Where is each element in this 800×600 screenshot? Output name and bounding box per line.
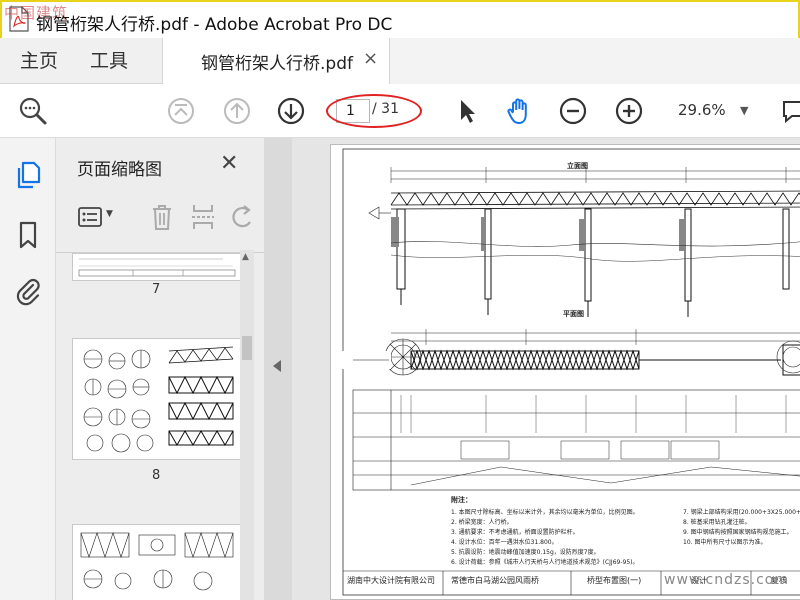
elevation-view-title: 立面图 bbox=[567, 162, 588, 170]
note-line: 7. 钢梁上部结构采用(20.000+3X25.000+20.000)m。 bbox=[683, 509, 800, 516]
footer-sheet-name: 桥型布置图(一) bbox=[587, 576, 642, 585]
title-bar: 中国建筑 钢管桁架人行桥.pdf - Adobe Acrobat Pro DC bbox=[0, 0, 800, 38]
note-line: 5. 抗震设防：地震动峰值加速度0.15g，设防烈度7度。 bbox=[451, 549, 600, 556]
delete-page-icon[interactable] bbox=[150, 203, 174, 231]
zoom-out-icon[interactable] bbox=[558, 96, 588, 126]
thumbnail-page-8[interactable] bbox=[72, 338, 242, 460]
bookmark-icon[interactable] bbox=[14, 220, 42, 250]
scrollbar-thumb[interactable] bbox=[242, 336, 252, 360]
rotate-page-icon[interactable] bbox=[232, 204, 254, 230]
thumbnail-panel-toolbar: ▼ bbox=[72, 200, 252, 234]
note-line: 4. 设计水位：百年一遇洪水位31.800。 bbox=[451, 539, 558, 546]
footer-company: 湖南中大设计院有限公司 bbox=[347, 576, 435, 585]
tab-bar-empty-area bbox=[390, 38, 800, 84]
note-line: 3. 通航要求：不考虑通航，桥面设置防护栏杆。 bbox=[451, 529, 579, 536]
document-viewport[interactable]: 立面图 平面图 附注： 1. 本图尺寸除标高、坐标以米计外，其余均以毫米为单位，… bbox=[292, 138, 800, 600]
tab-bar: 主页 工具 钢管桁架人行桥.pdf × bbox=[0, 38, 800, 85]
tab-document[interactable]: 钢管桁架人行桥.pdf × bbox=[162, 38, 390, 85]
note-line: 9. 图中钢结构按照国家钢结构规范施工。 bbox=[683, 529, 793, 536]
thumbnail-scrollbar[interactable]: ▲ bbox=[240, 250, 254, 600]
panel-collapse-strip[interactable] bbox=[264, 138, 292, 600]
panel-title: 页面缩略图 bbox=[77, 160, 162, 180]
note-line: 1. 本图尺寸除标高、坐标以米计外，其余均以毫米为单位，比例见图。 bbox=[451, 509, 639, 516]
thumbnail-page-7[interactable] bbox=[72, 253, 242, 281]
tab-home[interactable]: 主页 bbox=[20, 38, 58, 84]
insert-page-icon[interactable] bbox=[190, 203, 216, 231]
zoom-in-icon[interactable] bbox=[614, 96, 644, 126]
chevron-down-icon[interactable]: ▼ bbox=[740, 104, 748, 117]
main-toolbar: 1 / 31 29.6% ▼ bbox=[0, 84, 800, 138]
highlight-annotation-ellipse bbox=[326, 94, 422, 128]
note-line: 6. 设计荷载：参照《城市人行天桥与人行地道技术规范》(CJJ69-95)。 bbox=[451, 559, 639, 566]
thumbnail-page-label: 7 bbox=[152, 282, 161, 297]
note-line: 10. 图中所有尺寸以图示为准。 bbox=[683, 539, 767, 546]
thumbnail-page-9[interactable] bbox=[72, 524, 242, 600]
thumbnail-page-label: 8 bbox=[152, 468, 161, 483]
thumbnail-content bbox=[80, 532, 234, 591]
page-thumbnails-icon[interactable] bbox=[14, 160, 42, 190]
footer-project: 常德市白马湖公园风雨桥 bbox=[451, 576, 539, 585]
site-watermark: www.cndzs.com bbox=[664, 572, 789, 588]
thumbnail-content bbox=[78, 258, 236, 277]
left-navigation-rail bbox=[0, 138, 56, 600]
close-panel-button[interactable]: ✕ bbox=[220, 151, 238, 176]
page-thumbnails-panel: 页面缩略图 ✕ ▼ 7 8 ▲ bbox=[56, 138, 264, 600]
previous-page-icon[interactable] bbox=[222, 96, 252, 126]
window-title: 钢管桁架人行桥.pdf - Adobe Acrobat Pro DC bbox=[36, 15, 393, 35]
notes-heading: 附注： bbox=[451, 496, 472, 504]
tab-tools[interactable]: 工具 bbox=[90, 38, 128, 84]
comment-icon[interactable] bbox=[780, 96, 800, 126]
pdf-page: 立面图 平面图 附注： 1. 本图尺寸除标高、坐标以米计外，其余均以毫米为单位，… bbox=[330, 144, 800, 600]
hand-tool-icon[interactable] bbox=[504, 96, 534, 126]
search-zoom-icon[interactable] bbox=[18, 96, 48, 126]
scroll-up-arrow-icon[interactable]: ▲ bbox=[242, 252, 249, 262]
zoom-level-select[interactable]: 29.6% bbox=[678, 101, 726, 119]
note-line: 2. 桥梁宽度：人行桥。 bbox=[451, 519, 513, 526]
attachment-icon[interactable] bbox=[14, 276, 42, 306]
select-cursor-icon[interactable] bbox=[452, 96, 482, 126]
document-tab-label: 钢管桁架人行桥.pdf bbox=[201, 54, 353, 74]
plan-view-title: 平面图 bbox=[563, 310, 584, 318]
collapse-arrow-icon[interactable] bbox=[273, 360, 281, 372]
chevron-down-icon[interactable]: ▼ bbox=[106, 209, 113, 219]
next-page-icon[interactable] bbox=[276, 96, 306, 126]
note-line: 8. 桩基采用钻孔灌注桩。 bbox=[683, 519, 751, 526]
first-page-icon[interactable] bbox=[166, 96, 196, 126]
close-tab-button[interactable]: × bbox=[363, 48, 378, 69]
thumbnail-content bbox=[83, 346, 234, 453]
thumbnail-options-icon[interactable] bbox=[78, 206, 102, 228]
